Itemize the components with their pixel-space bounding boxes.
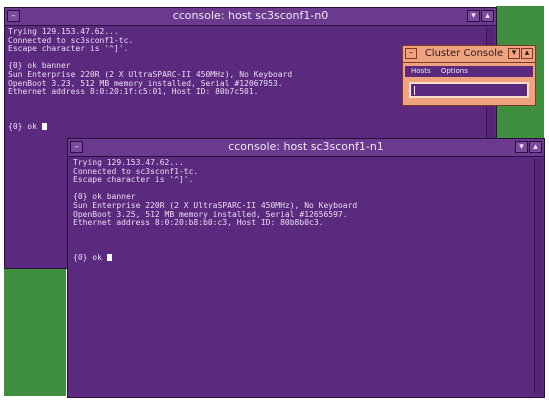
minimize-button[interactable]: ▾ bbox=[508, 48, 520, 59]
menu-hosts[interactable]: Hosts bbox=[411, 67, 431, 75]
command-input[interactable] bbox=[409, 82, 529, 98]
console-window-n1[interactable]: – cconsole: host sc3sconf1-n1 ▾ ▴ Trying… bbox=[67, 138, 545, 398]
cluster-console-window[interactable]: – Cluster Console ▾ ▴ Hosts Options bbox=[402, 45, 536, 106]
menu-options[interactable]: Options bbox=[441, 67, 468, 75]
terminal-line: Escape character is '^]'. bbox=[8, 44, 129, 54]
terminal-line: Ethernet address 8:0:20:1f:c5:01, Host I… bbox=[8, 87, 259, 97]
scrollbar[interactable] bbox=[534, 159, 542, 393]
window-title: Cluster Console bbox=[424, 48, 504, 59]
menu-bar: Hosts Options bbox=[405, 66, 533, 77]
minimize-button[interactable]: ▾ bbox=[467, 10, 480, 22]
title-bar[interactable]: – Cluster Console ▾ ▴ bbox=[403, 46, 535, 63]
terminal-line: Ethernet address 8:0:20:b8:b0:c3, Host I… bbox=[73, 218, 324, 228]
desktop-background bbox=[4, 268, 66, 396]
text-cursor bbox=[414, 86, 415, 95]
terminal-prompt: {0} ok bbox=[73, 252, 107, 262]
window-title: cconsole: host sc3sconf1-n1 bbox=[228, 140, 384, 153]
minimize-button[interactable]: ▾ bbox=[515, 141, 528, 153]
maximize-button[interactable]: ▴ bbox=[481, 10, 494, 22]
terminal-output[interactable]: Trying 129.153.47.62... Connected to sc3… bbox=[73, 159, 532, 393]
window-menu-button[interactable]: – bbox=[405, 48, 417, 59]
maximize-button[interactable]: ▴ bbox=[521, 48, 533, 59]
title-bar[interactable]: – cconsole: host sc3sconf1-n0 ▾ ▴ bbox=[5, 8, 496, 26]
maximize-button[interactable]: ▴ bbox=[529, 141, 542, 153]
window-title: cconsole: host sc3sconf1-n0 bbox=[172, 9, 329, 22]
terminal-line: Escape character is '^]'. bbox=[73, 175, 194, 185]
text-cursor bbox=[106, 253, 112, 261]
terminal-prompt: {0} ok bbox=[8, 121, 42, 131]
title-bar[interactable]: – cconsole: host sc3sconf1-n1 ▾ ▴ bbox=[68, 139, 544, 157]
text-cursor bbox=[41, 122, 47, 130]
